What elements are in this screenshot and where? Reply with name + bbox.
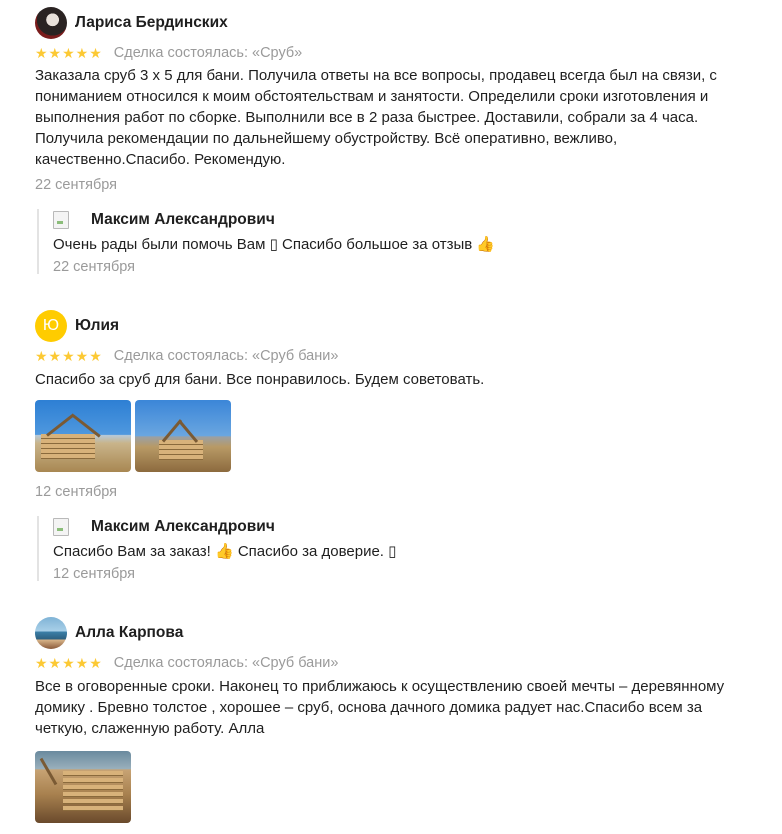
reply-author-name: Максим Александрович bbox=[91, 518, 275, 535]
review-photos bbox=[35, 751, 131, 823]
deal-info: Сделка состоялась: «Сруб бани» bbox=[113, 655, 339, 671]
review-photos bbox=[35, 400, 231, 472]
deal-info: Сделка состоялась: «Сруб бани» bbox=[113, 348, 339, 364]
avatar[interactable]: Ю bbox=[35, 310, 67, 342]
author-name[interactable]: Лариса Бердинских bbox=[75, 14, 228, 32]
review-photo[interactable] bbox=[35, 751, 131, 823]
reply-author: Максим Александрович bbox=[53, 210, 275, 230]
author-name[interactable]: Юлия bbox=[75, 317, 119, 335]
review-date: 12 сентября bbox=[35, 484, 118, 500]
seller-reply: Максим Александрович Очень рады были пом… bbox=[37, 209, 739, 275]
review-text: Заказала сруб 3 х 5 для бани. Получила о… bbox=[35, 67, 717, 168]
broken-image-icon bbox=[53, 518, 69, 536]
reply-text: Очень рады были помочь Вам ▯ Спасибо бол… bbox=[53, 236, 496, 253]
star-rating: ★★★★★ bbox=[35, 654, 103, 671]
review-text: Спасибо за сруб для бани. Все понравилос… bbox=[35, 371, 485, 388]
star-rating: ★★★★★ bbox=[35, 44, 103, 61]
review-date: 22 сентября bbox=[35, 177, 118, 193]
review-author: Алла Карпова bbox=[35, 616, 183, 650]
author-name[interactable]: Алла Карпова bbox=[75, 624, 183, 642]
reply-text: Спасибо Вам за заказ! 👍 Спасибо за довер… bbox=[53, 543, 397, 560]
review-photo[interactable] bbox=[35, 400, 131, 472]
reply-author-name: Максим Александрович bbox=[91, 211, 275, 228]
rating-row: ★★★★★ Сделка состоялась: «Сруб» bbox=[35, 44, 302, 62]
rating-row: ★★★★★ Сделка состоялась: «Сруб бани» bbox=[35, 347, 338, 365]
deal-info: Сделка состоялась: «Сруб» bbox=[113, 45, 303, 61]
avatar-letter: Ю bbox=[42, 317, 60, 334]
star-rating: ★★★★★ bbox=[35, 347, 103, 364]
reply-date: 12 сентября bbox=[53, 566, 136, 582]
seller-reply: Максим Александрович Спасибо Вам за зака… bbox=[37, 516, 739, 582]
rating-row: ★★★★★ Сделка состоялась: «Сруб бани» bbox=[35, 654, 338, 672]
review-text: Все в оговоренные сроки. Наконец то приб… bbox=[35, 678, 725, 737]
review-photo[interactable] bbox=[135, 400, 231, 472]
reply-date: 22 сентября bbox=[53, 259, 136, 275]
broken-image-icon bbox=[53, 211, 69, 229]
avatar[interactable] bbox=[35, 617, 67, 649]
avatar[interactable] bbox=[35, 7, 67, 39]
review-author: Лариса Бердинских bbox=[35, 6, 228, 40]
review-author: Ю Юлия bbox=[35, 309, 119, 343]
reply-author: Максим Александрович bbox=[53, 517, 275, 537]
